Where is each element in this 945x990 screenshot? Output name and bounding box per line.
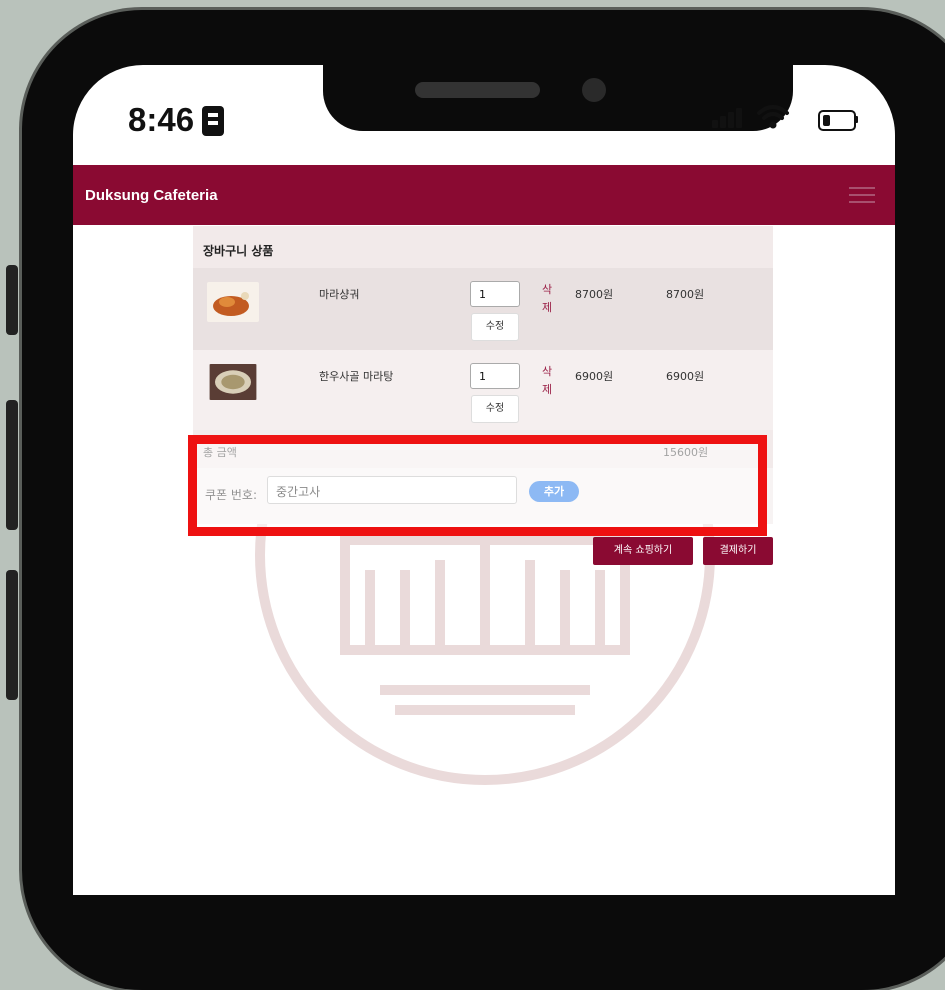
- item-name: 한우사골 마라탕: [319, 370, 394, 383]
- front-camera: [582, 78, 606, 102]
- phone-side-button: [6, 400, 18, 530]
- quantity-input[interactable]: 1: [470, 281, 520, 307]
- item-price: 6900원: [575, 370, 614, 383]
- item-subtotal: 8700원: [666, 288, 705, 301]
- sim-icon: [202, 106, 224, 136]
- edit-button[interactable]: 수정: [471, 395, 519, 423]
- food-thumbnail: [207, 282, 259, 322]
- wifi-icon: [757, 105, 789, 129]
- item-name: 마라샹궈: [319, 288, 360, 301]
- quantity-input[interactable]: 1: [470, 363, 520, 389]
- edit-button[interactable]: 수정: [471, 313, 519, 341]
- item-price: 8700원: [575, 288, 614, 301]
- food-thumbnail: [209, 364, 257, 400]
- menu-icon[interactable]: [849, 187, 875, 208]
- phone-side-button: [6, 570, 18, 700]
- cart-item-row: 마라샹궈 1 수정 삭제 8700원 8700원: [193, 268, 773, 350]
- phone-side-button: [6, 265, 18, 335]
- delete-link[interactable]: 삭제: [542, 281, 554, 317]
- highlight-box: [188, 435, 767, 536]
- item-subtotal: 6900원: [666, 370, 705, 383]
- checkout-button[interactable]: 결제하기: [703, 537, 773, 565]
- cart-header: 장바구니 상품: [193, 226, 773, 268]
- status-time: 8:46: [128, 101, 195, 138]
- continue-shopping-button[interactable]: 계속 쇼핑하기: [593, 537, 693, 565]
- speaker-grille: [415, 82, 540, 98]
- brand-title[interactable]: Duksung Cafeteria: [85, 187, 218, 204]
- battery-tip: [855, 116, 858, 123]
- cart-item-row: 한우사골 마라탕 1 수정 삭제 6900원 6900원: [193, 350, 773, 430]
- navbar: Duksung Cafeteria: [73, 165, 895, 225]
- battery-icon: [818, 110, 856, 131]
- delete-link[interactable]: 삭제: [542, 363, 554, 399]
